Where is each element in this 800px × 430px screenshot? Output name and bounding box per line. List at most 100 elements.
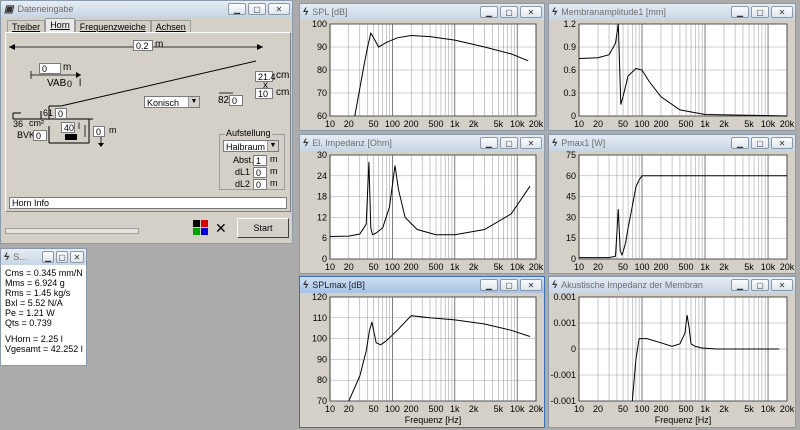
impedanz-chart: 30 24 18 12 6 0 10 20 50 100 200 500 1k 2k 5k 10k 20k [300, 151, 544, 273]
field-36[interactable]: 36 [11, 119, 25, 130]
close-button[interactable]: ✕ [520, 279, 542, 291]
chart-titlebar[interactable]: ϟ Akustische Impedanz der Membran ▁ ▢ ✕ [549, 277, 795, 293]
app-icon: ϟ [303, 137, 309, 149]
dateneingabe-titlebar[interactable]: ▣ Dateneingabe ▁ ▢ ✕ [1, 1, 292, 17]
chart-titlebar[interactable]: ϟ SPLmax [dB] ▁ ▢ ✕ [300, 277, 544, 293]
minimize-button[interactable]: ▁ [731, 279, 749, 291]
x-offset-unit: m [63, 62, 72, 73]
minimize-button[interactable]: ▁ [731, 6, 749, 18]
x-tick-label: 200 [653, 404, 668, 414]
y-tick-label: 30 [317, 151, 327, 160]
maximize-button[interactable]: ▢ [751, 137, 769, 149]
x-axis-label: Frequenz [Hz] [405, 415, 462, 425]
maximize-button[interactable]: ▢ [751, 279, 769, 291]
minimize-button[interactable]: ▁ [228, 3, 246, 15]
param-line: Mms = 6.924 g [5, 278, 65, 288]
x-tick-label: 10k [510, 119, 525, 129]
chart-titlebar[interactable]: ϟ Pmax1 [W] ▁ ▢ ✕ [549, 135, 795, 151]
x-axis-label: Frequenz [Hz] [655, 415, 712, 425]
y-tick-label: 15 [566, 233, 576, 243]
x-tick-label: 5k [744, 119, 754, 129]
chart-window-splmax: ϟ SPLmax [dB] ▁ ▢ ✕ 120 110 100 90 80 70 10 20 50 1… [299, 276, 545, 428]
offset-field[interactable]: 0 [93, 126, 105, 137]
color-swatch-green[interactable] [193, 228, 200, 235]
field-82[interactable]: 0 [229, 95, 243, 106]
close-button[interactable]: ✕ [520, 137, 542, 149]
chart-window-membranamplitude: ϟ Membranamplitude1 [mm] ▁ ▢ ✕ 1.2 0.9 0.6 0.… [548, 3, 796, 131]
close-button[interactable]: ✕ [771, 137, 793, 149]
field-0a[interactable]: 0 [55, 108, 67, 119]
minimize-button[interactable]: ▁ [480, 279, 498, 291]
x-tick-label: 200 [404, 262, 419, 272]
color-picker[interactable] [193, 220, 209, 236]
x-tick-label: 100 [385, 262, 400, 272]
param-line: Bxl = 5.52 N/A [5, 298, 63, 308]
aufstellung-select[interactable]: Halbraum ▼ [223, 140, 279, 152]
pmax-chart: 75 60 45 30 15 0 10 20 50 100 200 500 1k 2k 5k 10k 20k [549, 151, 795, 273]
close-button[interactable]: ✕ [268, 3, 290, 15]
x-tick-label: 20 [344, 404, 354, 414]
x-tick-label: 1k [450, 404, 460, 414]
field-36-unit: cm² [29, 118, 44, 128]
x-tick-label: 10k [510, 262, 525, 272]
maximize-button[interactable]: ▢ [500, 6, 518, 18]
dim-height-field[interactable]: 10 [255, 88, 273, 99]
length-field[interactable]: 0.2 [133, 40, 153, 51]
x-tick-label: 500 [679, 119, 694, 129]
color-swatch-black[interactable] [193, 220, 200, 227]
maximize-button[interactable]: ▢ [500, 279, 518, 291]
x-tick-label: 10 [325, 404, 335, 414]
parameters-titlebar[interactable]: ϟ S... ▁ ▢ ✕ [1, 249, 86, 265]
vab-field[interactable]: 0 [65, 79, 75, 90]
x-tick-label: 100 [385, 119, 400, 129]
x-tick-label: 100 [385, 404, 400, 414]
dl1-field[interactable]: 0 [253, 167, 267, 178]
y-tick-label: 120 [312, 293, 327, 302]
plot-area [578, 154, 788, 260]
shape-select-value: Konisch [147, 98, 180, 108]
shape-select[interactable]: Konisch ▼ [144, 96, 200, 108]
minimize-button[interactable]: ▁ [480, 137, 498, 149]
vab-label: VAB [47, 78, 67, 89]
minimize-button[interactable]: ▁ [731, 137, 749, 149]
y-tick-label: 45 [566, 192, 576, 202]
maximize-button[interactable]: ▢ [751, 6, 769, 18]
maximize-button[interactable]: ▢ [56, 251, 68, 263]
close-button[interactable]: ✕ [771, 6, 793, 18]
start-button[interactable]: Start [237, 218, 289, 238]
param-line: Vgesamt = 42.252 l [5, 344, 83, 354]
chart-titlebar[interactable]: ϟ Membranamplitude1 [mm] ▁ ▢ ✕ [549, 4, 795, 20]
bvk-field[interactable]: 0 [33, 130, 47, 141]
chart-svg: 1.20.90.60.3010 20 50 100 200 500 1k 2k 5k 10k 20k [563, 20, 794, 129]
field-40[interactable]: 40 [61, 122, 75, 133]
dl2-field[interactable]: 0 [253, 179, 267, 190]
color-swatch-blue[interactable] [201, 228, 208, 235]
x-offset-field[interactable]: 0 [39, 63, 61, 74]
progress-bar [5, 228, 139, 234]
dl1-label: dL1 [235, 167, 251, 177]
x-tick-label: 500 [429, 404, 444, 414]
app-icon: ϟ [552, 137, 558, 149]
horn-info-field[interactable]: Horn Info [9, 197, 287, 209]
close-button[interactable]: ✕ [70, 251, 84, 263]
minimize-button[interactable]: ▁ [42, 251, 54, 263]
window-title: S... [13, 252, 27, 262]
close-button[interactable]: ✕ [520, 6, 542, 18]
chart-titlebar[interactable]: ϟ SPL [dB] ▁ ▢ ✕ [300, 4, 544, 20]
chart-titlebar[interactable]: ϟ El. Impedanz [Ohm] ▁ ▢ ✕ [300, 135, 544, 151]
akustische-impedanz-chart: 0.001 0.001 0 -0.001 -0.001 10 20 50 100 200 500 1k… [549, 293, 795, 427]
maximize-button[interactable]: ▢ [248, 3, 266, 15]
parameters-window: ϟ S... ▁ ▢ ✕ Cms = 0.345 mm/N Mms = 6.92… [0, 248, 87, 366]
abst-field[interactable]: 1 [253, 155, 267, 166]
y-tick-label: 80 [317, 65, 327, 75]
x-tick-label: 2k [719, 262, 729, 272]
clear-icon[interactable]: ✕ [215, 220, 227, 236]
x-tick-label: 2k [469, 404, 479, 414]
close-button[interactable]: ✕ [771, 279, 793, 291]
color-swatch-red[interactable] [201, 220, 208, 227]
minimize-button[interactable]: ▁ [480, 6, 498, 18]
vab-unit: l [79, 78, 82, 89]
x-tick-label: 100 [634, 119, 649, 129]
maximize-button[interactable]: ▢ [500, 137, 518, 149]
chart-svg: 0.0010.0010-0.001-0.00110 20 50 100 200 500 1k… [550, 293, 794, 425]
